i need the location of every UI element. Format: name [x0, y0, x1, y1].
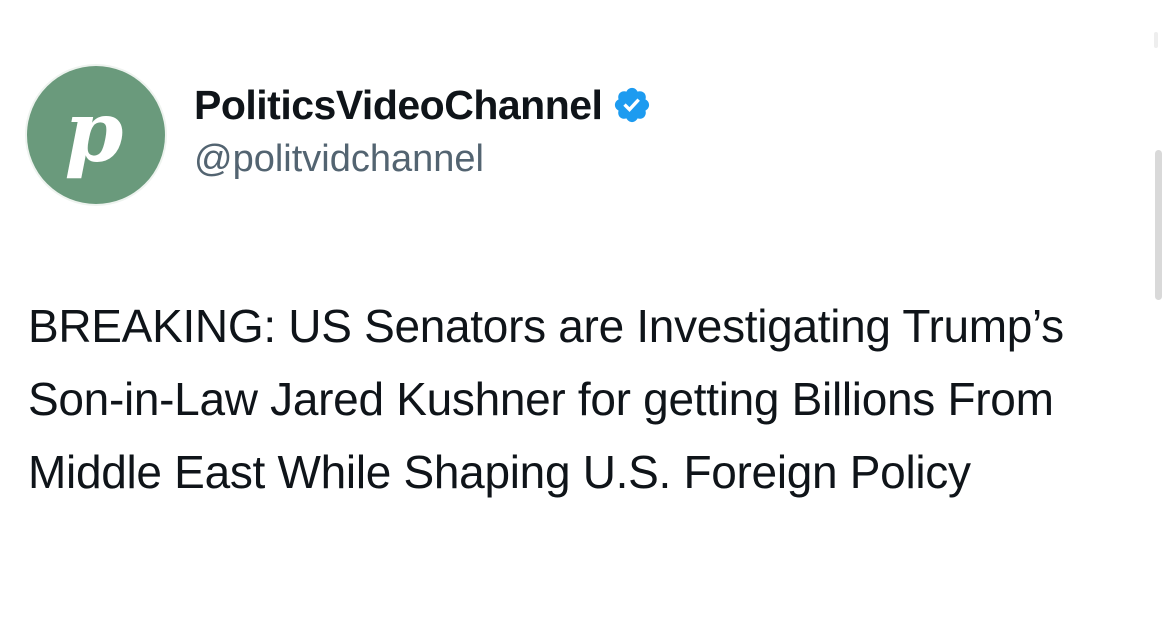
tweet-header: PoliticsVideoChannel @politvidchannel — [194, 80, 652, 181]
account-handle[interactable]: @politvidchannel — [194, 138, 652, 181]
name-row: PoliticsVideoChannel — [194, 80, 652, 130]
verified-badge-icon[interactable] — [612, 85, 652, 125]
tweet-card: p PoliticsVideoChannel @politvidchannel … — [0, 0, 1170, 632]
display-name[interactable]: PoliticsVideoChannel — [194, 82, 603, 129]
scroll-indicator-top — [1154, 32, 1158, 48]
tweet-text: BREAKING: US Senators are Investigating … — [28, 300, 1064, 498]
avatar-letter: p — [64, 82, 124, 181]
verified-badge-icon-svg — [615, 87, 650, 123]
avatar[interactable]: p — [27, 66, 165, 204]
scrollbar[interactable] — [1155, 150, 1162, 300]
